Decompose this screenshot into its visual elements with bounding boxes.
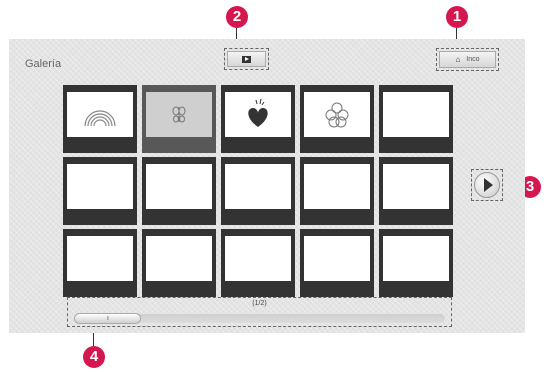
thumbnail-empty[interactable] xyxy=(142,157,216,225)
scrollbar-handle[interactable]: III xyxy=(74,313,141,324)
home-icon: ⌂ xyxy=(455,55,461,64)
thumbnail-image xyxy=(146,92,212,137)
thumbnail-empty[interactable] xyxy=(379,229,453,297)
thumbnail-empty[interactable] xyxy=(379,85,453,153)
thumbnail-empty[interactable] xyxy=(142,229,216,297)
scrollbar-frame: (1/2) III xyxy=(67,297,452,327)
heart-drawing xyxy=(248,98,268,127)
home-button-frame: ⌂ Inco xyxy=(436,48,499,71)
thumbnail-image xyxy=(383,164,449,209)
next-page-button-frame xyxy=(471,169,503,201)
callout-1: 1 xyxy=(446,6,468,28)
thumbnail-empty[interactable] xyxy=(221,157,295,225)
callout-4: 4 xyxy=(83,346,105,368)
thumbnail-image xyxy=(383,92,449,137)
thumbnail-image xyxy=(146,236,212,281)
play-icon xyxy=(242,55,251,63)
next-arrow-icon xyxy=(484,178,493,192)
scrollbar-track[interactable]: III xyxy=(74,313,445,324)
thumbnail-image xyxy=(304,92,370,137)
play-button[interactable] xyxy=(227,51,266,67)
thumbnail-empty[interactable] xyxy=(300,229,374,297)
thumbnail-image xyxy=(383,236,449,281)
thumbnail-empty[interactable] xyxy=(300,157,374,225)
thumbnail-empty[interactable] xyxy=(221,229,295,297)
thumbnail-image xyxy=(225,236,291,281)
rainbow-drawing xyxy=(84,110,116,127)
thumbnail-empty[interactable] xyxy=(63,157,137,225)
page-title: Galería xyxy=(25,58,62,70)
home-button-label: Inco xyxy=(466,56,480,63)
thumbnail-image xyxy=(67,236,133,281)
thumbnail-rainbow[interactable] xyxy=(63,85,137,153)
thumbnail-image xyxy=(67,92,133,137)
gallery-screen: Galería ⌂ Inco (1/2) III xyxy=(9,39,525,333)
thumbnail-image xyxy=(146,164,212,209)
next-page-button[interactable] xyxy=(474,172,500,198)
thumbnail-image xyxy=(225,92,291,137)
callout-2: 2 xyxy=(226,6,248,28)
thumbnail-heart[interactable] xyxy=(221,85,295,153)
thumbnail-butterfly[interactable] xyxy=(142,85,216,153)
thumbnail-flower[interactable] xyxy=(300,85,374,153)
flower-drawing xyxy=(325,102,349,128)
thumbnail-empty[interactable] xyxy=(379,157,453,225)
play-button-frame xyxy=(224,48,269,70)
butterfly-drawing xyxy=(172,106,186,123)
thumbnail-image xyxy=(225,164,291,209)
thumbnail-image xyxy=(67,164,133,209)
thumbnail-empty[interactable] xyxy=(63,229,137,297)
home-button[interactable]: ⌂ Inco xyxy=(439,51,496,68)
thumbnail-image xyxy=(304,236,370,281)
thumbnail-image xyxy=(304,164,370,209)
page-indicator: (1/2) xyxy=(252,300,267,307)
